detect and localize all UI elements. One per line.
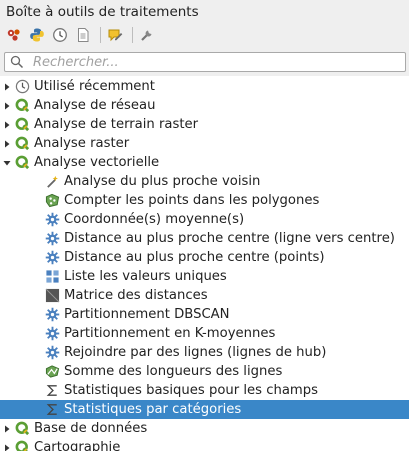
tool-label: Somme des longueurs des lignes — [64, 364, 283, 379]
options-icon[interactable] — [137, 25, 157, 45]
tool-item[interactable]: Somme des longueurs des lignes — [0, 362, 409, 381]
qgis-icon — [14, 440, 30, 451]
expand-arrow-icon[interactable] — [0, 419, 14, 438]
gear-blue-icon — [44, 345, 60, 361]
tool-item[interactable]: Coordonnée(s) moyenne(s) — [0, 210, 409, 229]
results-icon[interactable] — [73, 25, 93, 45]
tool-item[interactable]: Liste les valeurs uniques — [0, 267, 409, 286]
tree-group-label: Utilisé récemment — [34, 79, 155, 94]
tool-label: Distance au plus proche centre (ligne ve… — [64, 231, 395, 246]
tree-group-label: Analyse raster — [34, 136, 130, 151]
tree-group-label: Cartographie — [34, 440, 121, 451]
tree-group-database[interactable]: Base de données — [0, 419, 409, 438]
tool-label: Partitionnement en K-moyennes — [64, 326, 276, 341]
search-box — [4, 52, 406, 72]
points-polygon-icon — [44, 193, 60, 209]
gear-blue-icon — [44, 307, 60, 323]
expand-arrow-icon[interactable] — [0, 77, 14, 96]
tool-label: Distance au plus proche centre (points) — [64, 250, 325, 265]
gear-blue-icon — [44, 326, 60, 342]
tool-item[interactable]: Matrice des distances — [0, 286, 409, 305]
toolbar-separator — [100, 27, 101, 43]
algorithm-tree: Utilisé récemment Analyse de réseau Anal… — [0, 76, 409, 451]
sum-lines-icon — [44, 364, 60, 380]
panel-title: Boîte à outils de traitements — [6, 4, 199, 20]
tool-label: Statistiques basiques pour les champs — [64, 383, 318, 398]
tool-item[interactable]: Analyse du plus proche voisin — [0, 172, 409, 191]
clock-icon — [14, 79, 30, 95]
tree-group-raster-analysis[interactable]: Analyse raster — [0, 134, 409, 153]
tool-label: Rejoindre par des lignes (lignes de hub) — [64, 345, 327, 360]
tool-item[interactable]: Distance au plus proche centre (ligne ve… — [0, 229, 409, 248]
tool-label: Compter les points dans les polygones — [64, 193, 320, 208]
tool-label: Partitionnement DBSCAN — [64, 307, 230, 322]
tree-group-label: Analyse de réseau — [34, 98, 156, 113]
tool-item[interactable]: Statistiques basiques pour les champs — [0, 381, 409, 400]
tool-item[interactable]: Compter les points dans les polygones — [0, 191, 409, 210]
history-icon[interactable] — [50, 25, 70, 45]
tool-label: Coordonnée(s) moyenne(s) — [64, 212, 245, 227]
collapse-arrow-icon[interactable] — [0, 153, 14, 172]
tool-item-selected[interactable]: Statistiques par catégories — [0, 400, 409, 419]
sigma-icon — [44, 402, 60, 418]
tree-group-network-analysis[interactable]: Analyse de réseau — [0, 96, 409, 115]
python-icon[interactable] — [27, 25, 47, 45]
models-icon[interactable] — [4, 25, 24, 45]
tool-item[interactable]: Partitionnement en K-moyennes — [0, 324, 409, 343]
gear-blue-icon — [44, 250, 60, 266]
qgis-icon — [14, 155, 30, 171]
tool-label: Statistiques par catégories — [64, 402, 242, 417]
search-icon — [10, 55, 24, 69]
toolbar-separator — [132, 27, 133, 43]
qgis-icon — [14, 98, 30, 114]
expand-arrow-icon[interactable] — [0, 134, 14, 153]
tool-item[interactable]: Rejoindre par des lignes (lignes de hub) — [0, 343, 409, 362]
wand-icon — [44, 174, 60, 190]
expand-arrow-icon[interactable] — [0, 115, 14, 134]
matrix-icon — [44, 288, 60, 304]
unique-values-icon — [44, 269, 60, 285]
tool-label: Analyse du plus proche voisin — [64, 174, 261, 189]
tree-group-label: Analyse de terrain raster — [34, 117, 199, 132]
tool-label: Matrice des distances — [64, 288, 208, 303]
expand-arrow-icon[interactable] — [0, 96, 14, 115]
expand-arrow-icon[interactable] — [0, 438, 14, 451]
tree-group-recent[interactable]: Utilisé récemment — [0, 77, 409, 96]
search-input[interactable] — [33, 54, 393, 70]
gear-blue-icon — [44, 212, 60, 228]
tool-label: Liste les valeurs uniques — [64, 269, 227, 284]
qgis-icon — [14, 136, 30, 152]
tree-group-vector-analysis[interactable]: Analyse vectorielle — [0, 153, 409, 172]
edit-in-place-icon[interactable] — [105, 25, 125, 45]
tree-group-label: Base de données — [34, 421, 148, 436]
gear-blue-icon — [44, 231, 60, 247]
qgis-icon — [14, 421, 30, 437]
qgis-icon — [14, 117, 30, 133]
tree-group-cartography[interactable]: Cartographie — [0, 438, 409, 451]
sigma-icon — [44, 383, 60, 399]
tool-item[interactable]: Distance au plus proche centre (points) — [0, 248, 409, 267]
tree-group-label: Analyse vectorielle — [34, 155, 160, 170]
tool-item[interactable]: Partitionnement DBSCAN — [0, 305, 409, 324]
toolbox-toolbar — [4, 24, 160, 46]
tree-group-terrain-analysis[interactable]: Analyse de terrain raster — [0, 115, 409, 134]
